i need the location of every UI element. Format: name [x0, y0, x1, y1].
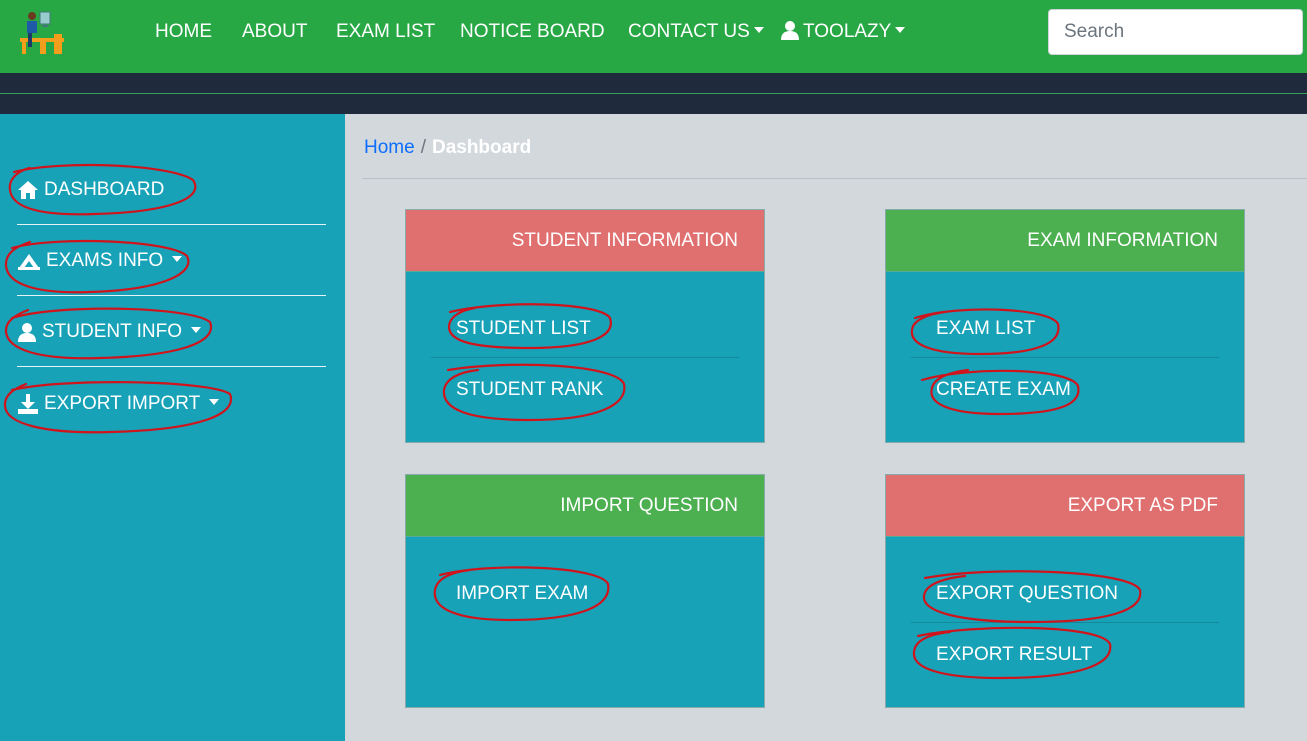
caret-down-icon	[191, 327, 202, 333]
student-list-link[interactable]: STUDENT LIST	[456, 317, 591, 341]
sidebar-item-exams-info[interactable]: EXAMS INFO	[17, 249, 183, 273]
divider	[362, 178, 1307, 179]
breadcrumb-separator: /	[420, 137, 426, 158]
card-title: STUDENT INFORMATION	[406, 210, 764, 272]
top-navbar: HOME ABOUT EXAM LIST NOTICE BOARD CONTAC…	[0, 0, 1307, 73]
export-result-link[interactable]: EXPORT RESULT	[936, 643, 1092, 667]
user-icon	[18, 323, 36, 342]
divider	[911, 622, 1219, 623]
caret-down-icon	[753, 26, 764, 33]
download-icon	[18, 394, 38, 414]
breadcrumb-current: Dashboard	[431, 137, 532, 158]
import-exam-link[interactable]: IMPORT EXAM	[456, 582, 588, 606]
card-title: IMPORT QUESTION	[406, 475, 764, 537]
sidebar-item-export-import[interactable]: EXPORT IMPORT	[17, 392, 220, 416]
exam-list-link[interactable]: EXAM LIST	[936, 317, 1035, 341]
home-icon	[18, 181, 38, 199]
exam-icon	[18, 254, 40, 270]
sidebar	[0, 114, 345, 741]
sidebar-item-dashboard[interactable]: DASHBOARD	[17, 178, 164, 202]
nav-contact-us[interactable]: CONTACT US	[628, 20, 764, 44]
nav-exam-list[interactable]: EXAM LIST	[336, 20, 435, 44]
breadcrumb-home-link[interactable]: Home	[364, 137, 415, 158]
nav-about[interactable]: ABOUT	[242, 20, 307, 44]
export-question-link[interactable]: EXPORT QUESTION	[936, 582, 1118, 606]
caret-down-icon	[209, 399, 220, 405]
card-title: EXAM INFORMATION	[886, 210, 1244, 272]
nav-contact-label: CONTACT US	[628, 21, 750, 42]
sidebar-item-label: EXAMS INFO	[46, 250, 164, 271]
divider	[911, 357, 1219, 358]
nav-user-menu[interactable]: TOOLAZY	[780, 20, 906, 44]
sidebar-item-label: EXPORT IMPORT	[44, 393, 201, 414]
breadcrumb: Home / Dashboard	[364, 136, 531, 160]
divider	[17, 366, 326, 367]
caret-down-icon	[172, 256, 183, 262]
card-exam-information: EXAM INFORMATION EXAM LIST CREATE EXAM	[885, 209, 1245, 443]
sidebar-item-student-info[interactable]: STUDENT INFO	[17, 320, 202, 344]
student-rank-link[interactable]: STUDENT RANK	[456, 378, 603, 402]
nav-notice-board[interactable]: NOTICE BOARD	[460, 20, 605, 44]
nav-user-label: TOOLAZY	[803, 21, 892, 42]
divider	[17, 224, 326, 225]
divider	[17, 295, 326, 296]
sidebar-item-label: DASHBOARD	[44, 179, 165, 200]
divider	[0, 93, 1307, 94]
divider	[431, 357, 739, 358]
header-strip	[0, 73, 1307, 114]
create-exam-link[interactable]: CREATE EXAM	[936, 378, 1071, 402]
nav-home[interactable]: HOME	[155, 20, 212, 44]
caret-down-icon	[895, 26, 906, 33]
card-title: EXPORT AS PDF	[886, 475, 1244, 537]
card-student-information: STUDENT INFORMATION STUDENT LIST STUDENT…	[405, 209, 765, 443]
card-import-question: IMPORT QUESTION IMPORT EXAM	[405, 474, 765, 708]
card-export-as-pdf: EXPORT AS PDF EXPORT QUESTION EXPORT RES…	[885, 474, 1245, 708]
sidebar-item-label: STUDENT INFO	[42, 321, 183, 342]
user-icon	[781, 21, 799, 40]
logo-icon[interactable]	[18, 8, 66, 56]
search-input[interactable]	[1048, 9, 1303, 55]
